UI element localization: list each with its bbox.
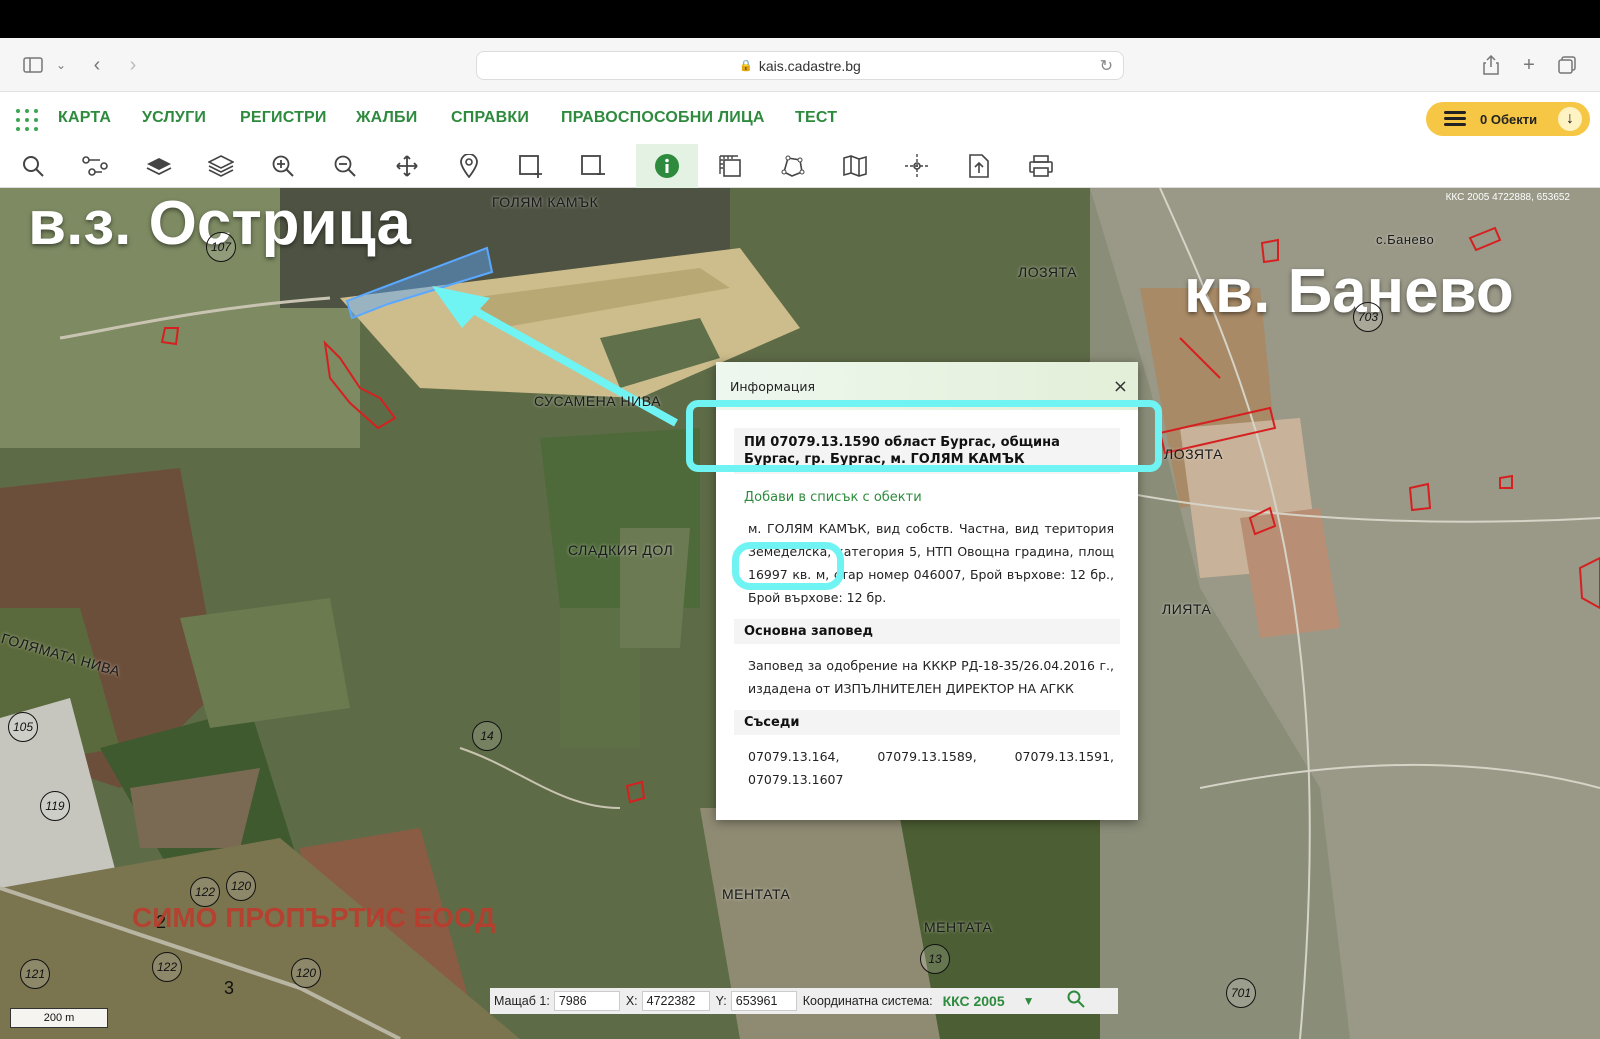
pan-icon[interactable] xyxy=(376,144,438,188)
road-number: 120 xyxy=(226,871,256,901)
map-label: ЛОЗЯТА xyxy=(1018,264,1077,280)
section-header-order: Основна заповед xyxy=(734,619,1120,644)
nav-item-complaints[interactable]: ЖАЛБИ xyxy=(356,109,417,127)
measure-icon[interactable] xyxy=(700,144,762,188)
tabs-overview-icon[interactable] xyxy=(1554,52,1580,78)
map-label: ЛИЯТА xyxy=(1162,601,1212,617)
new-tab-icon[interactable]: + xyxy=(1516,52,1542,78)
watermark: СИМО ПРОПЪРТИС ЕООД xyxy=(132,902,496,933)
os-menu-bar xyxy=(0,0,1600,38)
menu-icon xyxy=(1444,111,1466,127)
nav-item-test[interactable]: ТЕСТ xyxy=(795,109,837,127)
marker-icon[interactable] xyxy=(438,144,500,188)
popup-title: Информация xyxy=(730,378,816,394)
highlight-box-title xyxy=(686,400,1162,472)
coordinate-readout: ККС 2005 4722888, 653652 xyxy=(1445,192,1570,203)
road-number: 122 xyxy=(152,952,182,982)
search-icon[interactable] xyxy=(2,144,64,188)
x-label: X: xyxy=(625,994,638,1008)
url-text: kais.cadastre.bg xyxy=(758,57,861,74)
zoom-out-icon[interactable] xyxy=(314,144,376,188)
road-number: 105 xyxy=(8,712,38,742)
map-view[interactable]: ККС 2005 4722888, 653652 в.з. Острица кв… xyxy=(0,188,1600,1039)
map-label: ЛОЗЯТА xyxy=(1164,446,1223,462)
map-label: МЕНТАТА xyxy=(722,886,791,902)
road-number: 119 xyxy=(40,791,70,821)
info-icon[interactable] xyxy=(636,144,698,188)
parcel-number: 3 xyxy=(224,978,235,998)
map-label: с.Банево xyxy=(1376,232,1435,247)
dropdown-icon[interactable]: ▼ xyxy=(1023,994,1035,1008)
nav-item-reports[interactable]: СПРАВКИ xyxy=(451,109,529,127)
neighbors-text[interactable]: 07079.13.164, 07079.13.1589, 07079.13.15… xyxy=(748,745,1114,791)
crs-label: Координатна система: xyxy=(802,994,933,1008)
apps-grid-icon[interactable] xyxy=(16,109,38,131)
back-icon[interactable]: ‹ xyxy=(84,52,110,78)
area-title-right: кв. Банево xyxy=(1184,257,1514,326)
map-label: СУСАМЕНА НИВА xyxy=(534,393,661,409)
road-number: 121 xyxy=(20,959,50,989)
road-number: 120 xyxy=(291,958,321,988)
status-bar: Мащаб 1: 7986 X: 4722382 Y: 653961 Коорд… xyxy=(490,988,1118,1014)
export-icon[interactable] xyxy=(948,144,1010,188)
select-rect-add-icon[interactable] xyxy=(500,144,562,188)
address-bar[interactable]: 🔒 kais.cadastre.bg ↻ xyxy=(476,51,1124,80)
coordinate-icon[interactable] xyxy=(886,144,948,188)
map-label: ГОЛЯМ КАМЪК xyxy=(492,194,599,210)
share-icon[interactable] xyxy=(1478,52,1504,78)
zoom-in-icon[interactable] xyxy=(252,144,314,188)
road-number: 703 xyxy=(1353,302,1383,332)
highlight-box-area xyxy=(732,542,844,590)
chevron-down-icon[interactable]: ⌄ xyxy=(48,52,74,78)
nav-item-registers[interactable]: РЕГИСТРИ xyxy=(240,109,327,127)
map-label: СЛАДКИЯ ДОЛ xyxy=(568,542,674,558)
add-to-objects-link[interactable]: Добави в списък с обекти xyxy=(744,490,1138,505)
arrow-down-icon[interactable]: ↓ xyxy=(1558,107,1582,131)
y-label: Y: xyxy=(715,994,727,1008)
lock-icon: 🔒 xyxy=(739,60,753,72)
scale-label: Мащаб 1: xyxy=(494,994,550,1008)
nav-item-services[interactable]: УСЛУГИ xyxy=(142,109,206,127)
browser-toolbar: ⌄ ‹ › 🔒 kais.cadastre.bg ↻ + xyxy=(0,38,1600,92)
road-number: 13 xyxy=(920,944,950,974)
print-icon[interactable] xyxy=(1010,144,1072,188)
road-number: 701 xyxy=(1226,978,1256,1008)
scale-bar: 200 m xyxy=(10,1008,108,1028)
search-icon[interactable] xyxy=(1067,990,1085,1013)
layers-icon[interactable] xyxy=(190,144,252,188)
y-coordinate-field[interactable]: 653961 xyxy=(730,991,797,1011)
x-coordinate-field[interactable]: 4722382 xyxy=(641,991,710,1011)
crs-select[interactable]: ККС 2005 xyxy=(943,993,1005,1009)
order-text: Заповед за одобрение на КККР РД-18-35/26… xyxy=(748,658,1114,696)
objects-count: 0 Обекти xyxy=(1480,111,1538,127)
polygon-icon[interactable] xyxy=(762,144,824,188)
nav-item-licensed-persons[interactable]: ПРАВОСПОСОБНИ ЛИЦА xyxy=(561,109,765,127)
map-label: МЕНТАТА xyxy=(924,919,993,935)
map-icon[interactable] xyxy=(824,144,886,188)
route-icon[interactable] xyxy=(64,144,126,188)
nav-item-map[interactable]: КАРТА xyxy=(58,109,111,127)
sidebar-toggle-icon[interactable] xyxy=(20,52,46,78)
close-icon[interactable]: × xyxy=(1113,376,1128,397)
app-navigation: КАРТА УСЛУГИ РЕГИСТРИ ЖАЛБИ СПРАВКИ ПРАВ… xyxy=(0,92,1600,144)
road-number: 107 xyxy=(206,232,236,262)
scale-input[interactable]: 7986 xyxy=(553,991,620,1011)
select-rect-remove-icon[interactable] xyxy=(562,144,624,188)
layer-icon[interactable] xyxy=(128,144,190,188)
forward-icon[interactable]: › xyxy=(120,52,146,78)
objects-button[interactable]: 0 Обекти ↓ xyxy=(1426,102,1590,136)
road-number: 14 xyxy=(472,721,502,751)
section-header-neighbors: Съседи xyxy=(734,710,1120,735)
reload-icon[interactable]: ↻ xyxy=(1100,56,1113,76)
map-toolbar xyxy=(0,144,1600,188)
